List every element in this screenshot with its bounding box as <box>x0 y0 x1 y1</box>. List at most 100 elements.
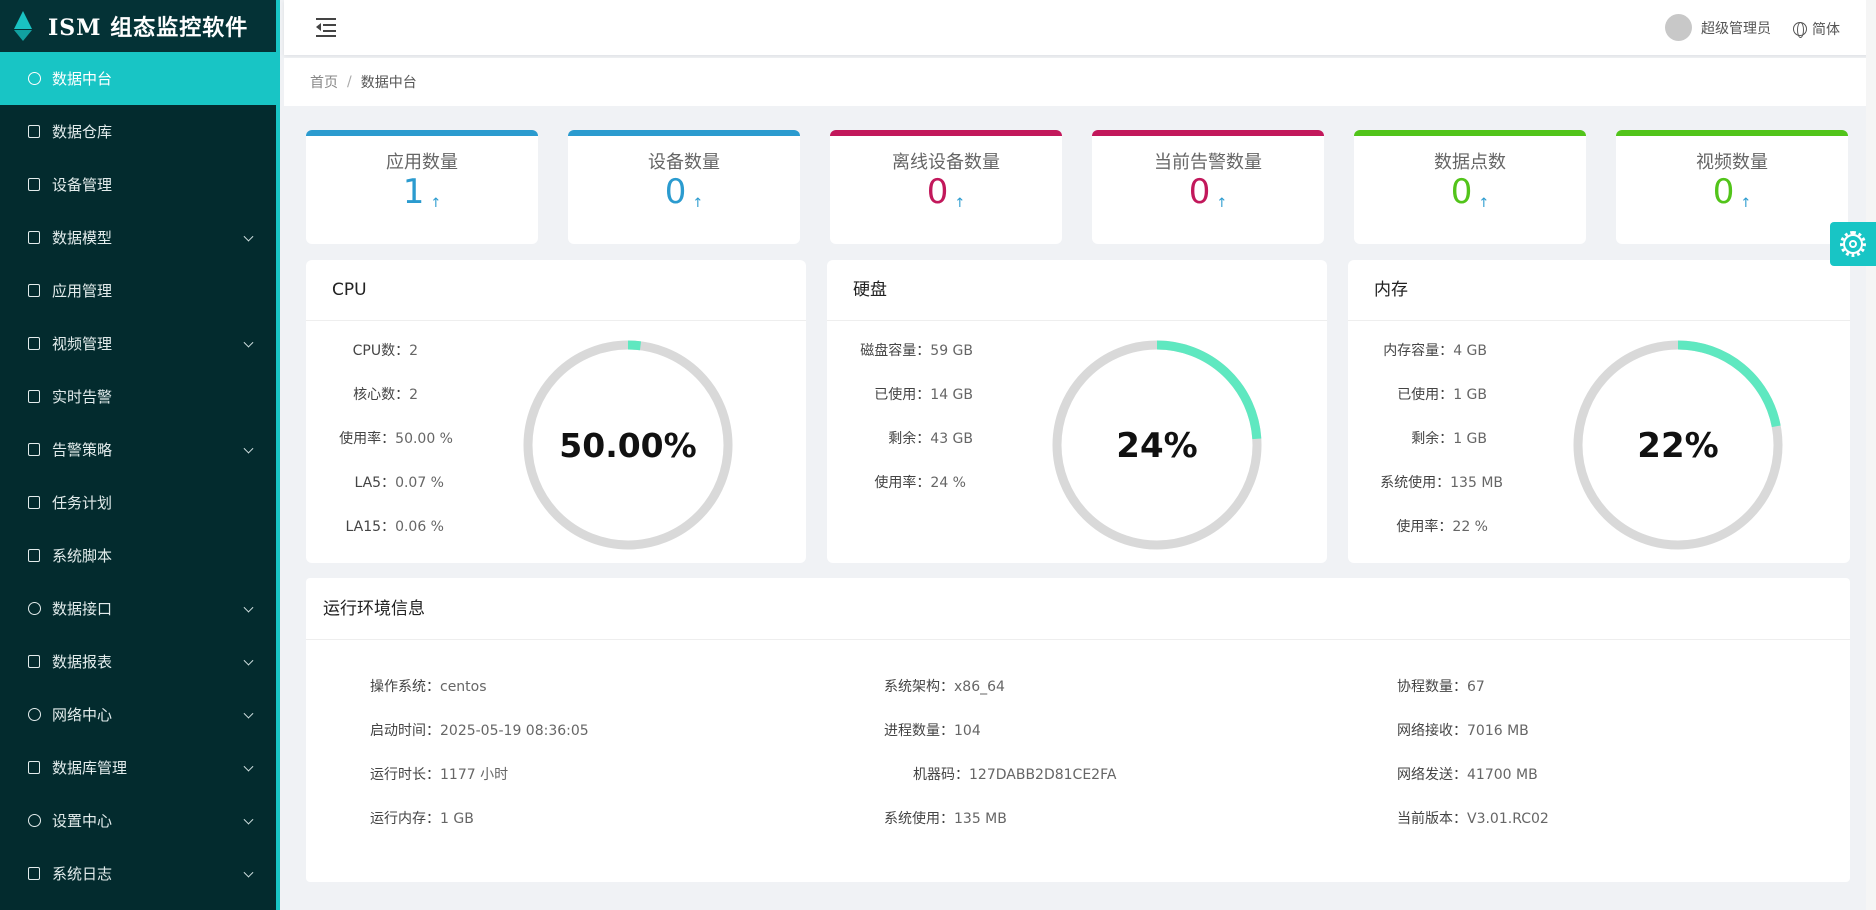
chevron-down-icon <box>243 655 254 666</box>
language-switch[interactable]: 简体 <box>1793 19 1840 39</box>
avatar <box>1665 14 1692 41</box>
env-row: 系统架构：x86_64 <box>884 679 1005 695</box>
chevron-down-icon <box>243 443 254 454</box>
sidebar-item-label: 任务计划 <box>52 494 113 512</box>
video-icon <box>26 336 42 352</box>
memory-card: 内存 内存容量：4 GB 已使用：1 GB 剩余：1 GB 系统使用：135 M… <box>1348 260 1850 563</box>
sidebar-item-1[interactable]: 数据仓库 <box>0 105 276 158</box>
arrow-up-icon: ↑ <box>1216 196 1228 211</box>
info-row: 使用率：24 % <box>874 475 966 491</box>
gauge-label: 24% <box>1116 426 1197 466</box>
sidebar-item-7[interactable]: 告警策略 <box>0 423 276 476</box>
card-title: CPU <box>306 260 806 321</box>
stat-card-apps: 应用数量 1 ↑ <box>306 130 538 244</box>
info-row: 核心数：2 <box>353 387 418 403</box>
arrow-up-icon: ↑ <box>1478 196 1490 211</box>
disk-card: 硬盘 磁盘容量：59 GB 已使用：14 GB 剩余：43 GB 使用率：24 … <box>827 260 1327 563</box>
report-icon <box>26 654 42 670</box>
chevron-down-icon <box>243 337 254 348</box>
sidebar-item-0[interactable]: 数据中台 <box>0 52 276 105</box>
memory-gauge: 22% <box>1570 337 1786 553</box>
info-row: 已使用：1 GB <box>1397 387 1487 403</box>
gauge-label: 22% <box>1637 426 1718 466</box>
env-row: 网络发送：41700 MB <box>1397 767 1538 783</box>
sidebar-item-13[interactable]: 数据库管理 <box>0 741 276 794</box>
sidebar-item-8[interactable]: 任务计划 <box>0 476 276 529</box>
globe-icon <box>1793 22 1807 38</box>
sidebar-item-11[interactable]: 数据报表 <box>0 635 276 688</box>
env-column-1: 操作系统：centos 启动时间：2025-05-19 08:36:05 运行时… <box>370 676 589 852</box>
sidebar-item-9[interactable]: 系统脚本 <box>0 529 276 582</box>
sidebar-item-10[interactable]: 数据接口 <box>0 582 276 635</box>
stat-card-data-points: 数据点数 0 ↑ <box>1354 130 1586 244</box>
sidebar-item-label: 视频管理 <box>52 335 113 353</box>
gear-icon <box>1840 231 1866 257</box>
sidebar-item-12[interactable]: 网络中心 <box>0 688 276 741</box>
language-label: 简体 <box>1812 22 1840 38</box>
stat-value: 0 <box>1188 172 1211 212</box>
sidebar-item-3[interactable]: 数据模型 <box>0 211 276 264</box>
sidebar-item-5[interactable]: 视频管理 <box>0 317 276 370</box>
api-icon <box>26 601 42 617</box>
env-row: 进程数量：104 <box>884 723 981 739</box>
info-row: LA15：0.06 % <box>345 519 444 535</box>
breadcrumb: 首页 / 数据中台 <box>284 58 1876 106</box>
info-row: 剩余：1 GB <box>1411 431 1487 447</box>
disk-gauge-svg: 24% <box>1052 340 1262 550</box>
user-name: 超级管理员 <box>1701 20 1771 37</box>
memory-gauge-svg: 22% <box>1573 340 1783 550</box>
info-row: 使用率：50.00 % <box>339 431 453 447</box>
sidebar-item-label: 数据报表 <box>52 653 113 671</box>
env-row: 启动时间：2025-05-19 08:36:05 <box>370 723 589 739</box>
chevron-down-icon <box>243 231 254 242</box>
env-column-2: 系统架构：x86_64 进程数量：104 机器码：127DABB2D81CE2F… <box>884 676 1122 852</box>
gear-icon <box>26 813 42 829</box>
arrow-up-icon: ↑ <box>954 196 966 211</box>
user-menu[interactable]: 超级管理员 <box>1665 14 1771 41</box>
settings-button[interactable] <box>1830 222 1876 266</box>
sidebar-item-6[interactable]: 实时告警 <box>0 370 276 423</box>
disk-gauge: 24% <box>1049 337 1265 553</box>
dashboard-icon <box>26 71 42 87</box>
stat-card-alarms: 当前告警数量 0 ↑ <box>1092 130 1324 244</box>
memory-info-list: 内存容量：4 GB 已使用：1 GB 剩余：1 GB 系统使用：135 MB 使… <box>1348 340 1503 560</box>
globe-icon <box>26 707 42 723</box>
card-title: 硬盘 <box>827 260 1327 321</box>
page-scrollbar[interactable] <box>1866 0 1876 910</box>
card-title: 内存 <box>1348 260 1850 321</box>
gauge-label: 50.00% <box>559 426 696 465</box>
breadcrumb-home[interactable]: 首页 <box>310 72 338 92</box>
arrow-up-icon: ↑ <box>692 196 704 211</box>
chevron-down-icon <box>243 602 254 613</box>
info-row: 磁盘容量：59 GB <box>860 343 973 359</box>
disk-info-list: 磁盘容量：59 GB 已使用：14 GB 剩余：43 GB 使用率：24 % <box>827 340 973 516</box>
sidebar-item-label: 设置中心 <box>52 812 113 830</box>
menu-fold-icon[interactable] <box>316 18 336 37</box>
stat-title: 视频数量 <box>1696 152 1768 173</box>
sidebar-item-14[interactable]: 设置中心 <box>0 794 276 847</box>
env-row: 网络接收：7016 MB <box>1397 723 1529 739</box>
breadcrumb-current: 数据中台 <box>360 75 417 91</box>
stat-title: 设备数量 <box>648 152 720 173</box>
cpu-info-list: CPU数：2 核心数：2 使用率：50.00 % LA5：0.07 % LA15… <box>306 340 453 560</box>
env-row: 机器码：127DABB2D81CE2FA <box>913 767 1117 783</box>
sidebar-item-4[interactable]: 应用管理 <box>0 264 276 317</box>
env-row: 系统使用：135 MB <box>884 811 1007 827</box>
chevron-down-icon <box>243 761 254 772</box>
sidebar-item-label: 网络中心 <box>52 706 113 724</box>
sidebar-item-15[interactable]: 系统日志 <box>0 847 276 900</box>
env-row: 运行内存：1 GB <box>370 811 474 827</box>
list-icon <box>26 283 42 299</box>
stat-card-offline-devices: 离线设备数量 0 ↑ <box>830 130 1062 244</box>
sidebar-item-label: 系统日志 <box>52 865 113 883</box>
stat-value: 0 <box>926 172 949 212</box>
sidebar-item-label: 数据模型 <box>52 229 113 247</box>
chevron-down-icon <box>243 814 254 825</box>
sidebar-item-2[interactable]: 设备管理 <box>0 158 276 211</box>
info-row: 使用率：22 % <box>1396 519 1488 535</box>
sidebar-menu: 数据中台 数据仓库 设备管理数据模型应用管理视频管理实时告警 告警策略任务计划系统脚本… <box>0 52 276 900</box>
cpu-card: CPU CPU数：2 核心数：2 使用率：50.00 % LA5：0.07 % … <box>306 260 806 563</box>
env-row: 操作系统：centos <box>370 679 487 695</box>
sidebar-item-label: 系统脚本 <box>52 547 113 565</box>
logo: ISM 组态监控软件 <box>0 0 276 52</box>
